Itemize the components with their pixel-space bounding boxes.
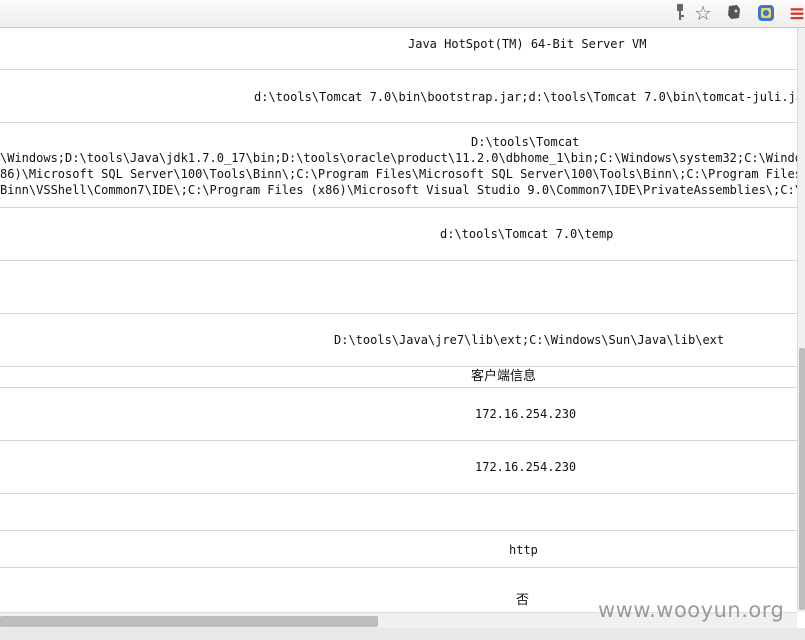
table-row: http [0,531,797,568]
star-icon[interactable]: ☆ [692,3,714,23]
table-cell: \Windows;D:\tools\Java\jdk1.7.0_17\bin;D… [0,151,797,165]
table-row: D:\tools\Java\jre7\lib\ext;C:\Windows\Su… [0,314,797,367]
table-row: 客户端信息 [0,367,797,388]
table-cell: 172.16.254.230 [475,407,577,421]
table-cell: Binn\VSShell\Common7\IDE\;C:\Program Fil… [0,183,797,197]
table-cell: 否 [516,593,530,608]
table-cell: http [509,543,538,557]
extension-icon[interactable] [755,3,777,23]
table-row: Java HotSpot(TM) 64-Bit Server VM [0,28,797,70]
table-cell: d:\tools\Tomcat 7.0\bin\bootstrap.jar;d:… [254,90,797,104]
table-cell: d:\tools\Tomcat 7.0\temp [440,227,614,241]
evernote-icon[interactable] [724,3,744,23]
table-row: 172.16.254.230 [0,441,797,494]
vertical-scrollbar-thumb[interactable] [799,348,805,610]
key-icon[interactable] [672,3,688,23]
table-row: D:\tools\Tomcat \Windows;D:\tools\Java\j… [0,123,797,208]
horizontal-scrollbar-thumb[interactable] [0,616,378,627]
table-cell: 86)\Microsoft SQL Server\100\Tools\Binn\… [0,167,797,181]
table-row: d:\tools\Tomcat 7.0\temp [0,208,797,261]
table-row: 172.16.254.230 [0,388,797,441]
menu-icon[interactable]: ≡ [788,3,805,23]
table-cell: 172.16.254.230 [475,460,577,474]
table-row: d:\tools\Tomcat 7.0\bin\bootstrap.jar;d:… [0,70,797,123]
watermark: www.wooyun.org [598,598,785,622]
table-cell: Java HotSpot(TM) 64-Bit Server VM [408,37,647,51]
table-row [0,261,797,314]
browser-toolbar: ☆ ≡ [0,0,805,28]
status-strip [0,628,805,640]
table-cell: D:\tools\Tomcat [471,135,580,149]
table-cell: D:\tools\Java\jre7\lib\ext;C:\Windows\Su… [334,333,725,347]
table-row [0,494,797,531]
vertical-scrollbar[interactable] [797,28,805,612]
section-header: 客户端信息 [471,369,537,384]
details-table: Java HotSpot(TM) 64-Bit Server VM d:\too… [0,28,797,612]
